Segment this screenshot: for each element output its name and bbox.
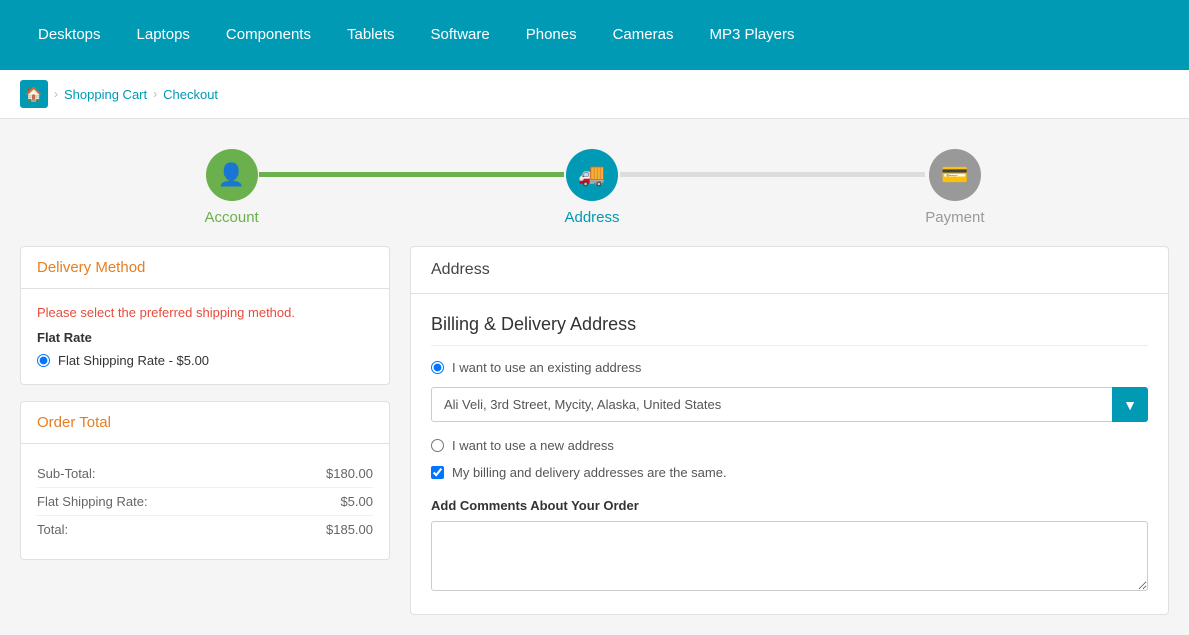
left-panel: Delivery Method Please select the prefer…: [20, 246, 390, 576]
nav-item-cameras[interactable]: Cameras: [595, 0, 692, 70]
nav-item-laptops[interactable]: Laptops: [119, 0, 208, 70]
address-select[interactable]: Ali Veli, 3rd Street, Mycity, Alaska, Un…: [431, 387, 1148, 422]
progress-steps: 👤 Account 🚚 Address 💳 Payment: [0, 119, 1189, 246]
step-line-1: [259, 172, 565, 177]
order-row-value: $5.00: [340, 494, 373, 509]
step-account-circle: 👤: [206, 149, 258, 201]
order-total-title: Order Total: [21, 402, 389, 444]
address-select-wrapper[interactable]: Ali Veli, 3rd Street, Mycity, Alaska, Un…: [431, 387, 1148, 422]
flat-rate-option[interactable]: Flat Shipping Rate - $5.00: [37, 353, 373, 368]
step-account-label: Account: [205, 209, 259, 226]
right-panel: Address Billing & Delivery Address I wan…: [410, 246, 1169, 615]
shipping-note: Please select the preferred shipping met…: [37, 305, 373, 320]
step-address: 🚚 Address: [564, 149, 619, 226]
nav-item-components[interactable]: Components: [208, 0, 329, 70]
order-total-box: Order Total Sub-Total: $180.00 Flat Shippi…: [20, 401, 390, 560]
step-payment: 💳 Payment: [925, 149, 984, 226]
breadcrumb-shopping-cart[interactable]: Shopping Cart: [64, 87, 147, 102]
comments-textarea[interactable]: [431, 521, 1148, 591]
same-address-checkbox[interactable]: [431, 466, 444, 479]
existing-address-radio[interactable]: [431, 361, 444, 374]
home-icon[interactable]: 🏠: [20, 80, 48, 108]
order-row: Total: $185.00: [37, 516, 373, 543]
order-row: Flat Shipping Rate: $5.00: [37, 488, 373, 516]
flat-rate-radio[interactable]: [37, 354, 50, 367]
order-row-value: $180.00: [326, 466, 373, 481]
step-address-circle: 🚚: [566, 149, 618, 201]
same-address-checkbox-row[interactable]: My billing and delivery addresses are th…: [431, 465, 1148, 480]
address-panel-header: Address: [411, 247, 1168, 294]
sep2: ›: [153, 87, 157, 101]
comments-label: Add Comments About Your Order: [431, 498, 1148, 513]
billing-delivery-title: Billing & Delivery Address: [431, 314, 1148, 346]
order-row-value: $185.00: [326, 522, 373, 537]
new-address-radio[interactable]: [431, 439, 444, 452]
delivery-method-box: Delivery Method Please select the prefer…: [20, 246, 390, 385]
existing-address-label: I want to use an existing address: [452, 360, 641, 375]
step-account: 👤 Account: [205, 149, 259, 226]
flat-rate-label: Flat Rate: [37, 330, 373, 345]
order-row: Sub-Total: $180.00: [37, 460, 373, 488]
breadcrumb-bar: 🏠 › Shopping Cart › Checkout: [0, 70, 1189, 119]
new-address-label: I want to use a new address: [452, 438, 614, 453]
delivery-method-body: Please select the preferred shipping met…: [21, 289, 389, 384]
nav-item-mp3players[interactable]: MP3 Players: [691, 0, 812, 70]
delivery-method-title: Delivery Method: [21, 247, 389, 289]
nav-item-tablets[interactable]: Tablets: [329, 0, 413, 70]
main-content: Delivery Method Please select the prefer…: [0, 246, 1189, 635]
flat-rate-option-label: Flat Shipping Rate - $5.00: [58, 353, 209, 368]
order-total-body: Sub-Total: $180.00 Flat Shipping Rate: $5.0…: [21, 444, 389, 559]
breadcrumb-checkout[interactable]: Checkout: [163, 87, 218, 102]
step-payment-circle: 💳: [929, 149, 981, 201]
nav-item-phones[interactable]: Phones: [508, 0, 595, 70]
existing-address-option[interactable]: I want to use an existing address: [431, 360, 1148, 375]
new-address-option[interactable]: I want to use a new address: [431, 438, 1148, 453]
top-nav: DesktopsLaptopsComponentsTabletsSoftware…: [0, 0, 1189, 70]
order-row-label: Flat Shipping Rate:: [37, 494, 148, 509]
same-address-label: My billing and delivery addresses are th…: [452, 465, 727, 480]
nav-item-software[interactable]: Software: [413, 0, 508, 70]
order-row-label: Total:: [37, 522, 68, 537]
step-line-2: [620, 172, 926, 177]
nav-item-desktops[interactable]: Desktops: [20, 0, 119, 70]
step-address-label: Address: [564, 209, 619, 226]
order-row-label: Sub-Total:: [37, 466, 96, 481]
address-panel-body: Billing & Delivery Address I want to use…: [411, 294, 1168, 614]
sep1: ›: [54, 87, 58, 101]
step-payment-label: Payment: [925, 209, 984, 226]
